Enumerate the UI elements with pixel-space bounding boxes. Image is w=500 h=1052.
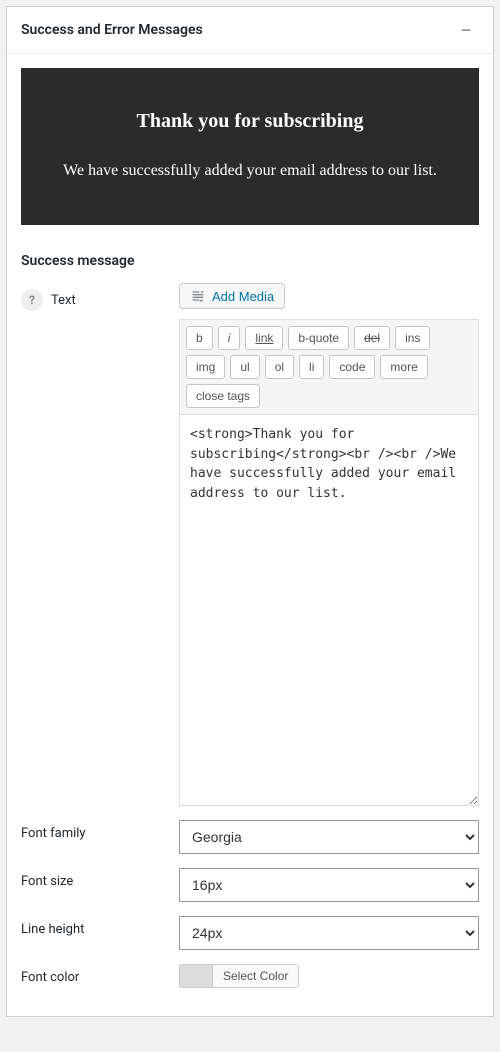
font-size-select[interactable]: 16px (179, 868, 479, 902)
font-family-label: Font family (21, 826, 86, 841)
panel-title: Success and Error Messages (21, 22, 203, 38)
font-family-select[interactable]: Georgia (179, 820, 479, 854)
panel-header: Success and Error Messages − (7, 7, 493, 54)
add-media-label: Add Media (212, 289, 274, 304)
btn-close-tags[interactable]: close tags (186, 384, 260, 408)
color-swatch[interactable] (179, 964, 213, 988)
btn-ol[interactable]: ol (265, 355, 294, 379)
row-line-height: Line height 24px (21, 916, 479, 950)
btn-ul[interactable]: ul (230, 355, 259, 379)
row-text: ? Text Add Media b i link b-quote del in… (21, 283, 479, 806)
select-color-button[interactable]: Select Color (213, 964, 299, 988)
settings-panel: Success and Error Messages − Thank you f… (6, 6, 494, 1017)
help-icon[interactable]: ? (21, 289, 43, 311)
row-font-family: Font family Georgia (21, 820, 479, 854)
preview-box: Thank you for subscribing We have succes… (21, 68, 479, 225)
line-height-label: Line height (21, 922, 84, 937)
font-size-label: Font size (21, 874, 73, 889)
label-col: ? Text (21, 283, 179, 311)
section-heading: Success message (21, 253, 479, 269)
btn-li[interactable]: li (299, 355, 324, 379)
btn-code[interactable]: code (329, 355, 375, 379)
btn-bquote[interactable]: b-quote (288, 326, 349, 350)
row-font-color: Font color Select Color (21, 964, 479, 988)
editor-textarea[interactable] (180, 415, 478, 805)
editor-wrap: b i link b-quote del ins img ul ol li co… (179, 319, 479, 806)
preview-subtitle: We have successfully added your email ad… (41, 159, 459, 183)
field-col: Add Media b i link b-quote del ins img u… (179, 283, 479, 806)
panel-body: Thank you for subscribing We have succes… (7, 54, 493, 1016)
btn-del[interactable]: del (354, 326, 390, 350)
media-icon (190, 288, 206, 304)
line-height-select[interactable]: 24px (179, 916, 479, 950)
editor-toolbar: b i link b-quote del ins img ul ol li co… (180, 320, 478, 415)
btn-more[interactable]: more (380, 355, 427, 379)
collapse-button[interactable]: − (453, 17, 479, 43)
add-media-button[interactable]: Add Media (179, 283, 285, 309)
row-font-size: Font size 16px (21, 868, 479, 902)
btn-img[interactable]: img (186, 355, 225, 379)
btn-bold[interactable]: b (186, 326, 213, 350)
btn-link[interactable]: link (245, 326, 283, 350)
btn-ins[interactable]: ins (395, 326, 430, 350)
font-color-label: Font color (21, 970, 79, 985)
text-label: Text (51, 293, 76, 308)
btn-italic[interactable]: i (218, 326, 241, 350)
preview-title: Thank you for subscribing (41, 110, 459, 133)
